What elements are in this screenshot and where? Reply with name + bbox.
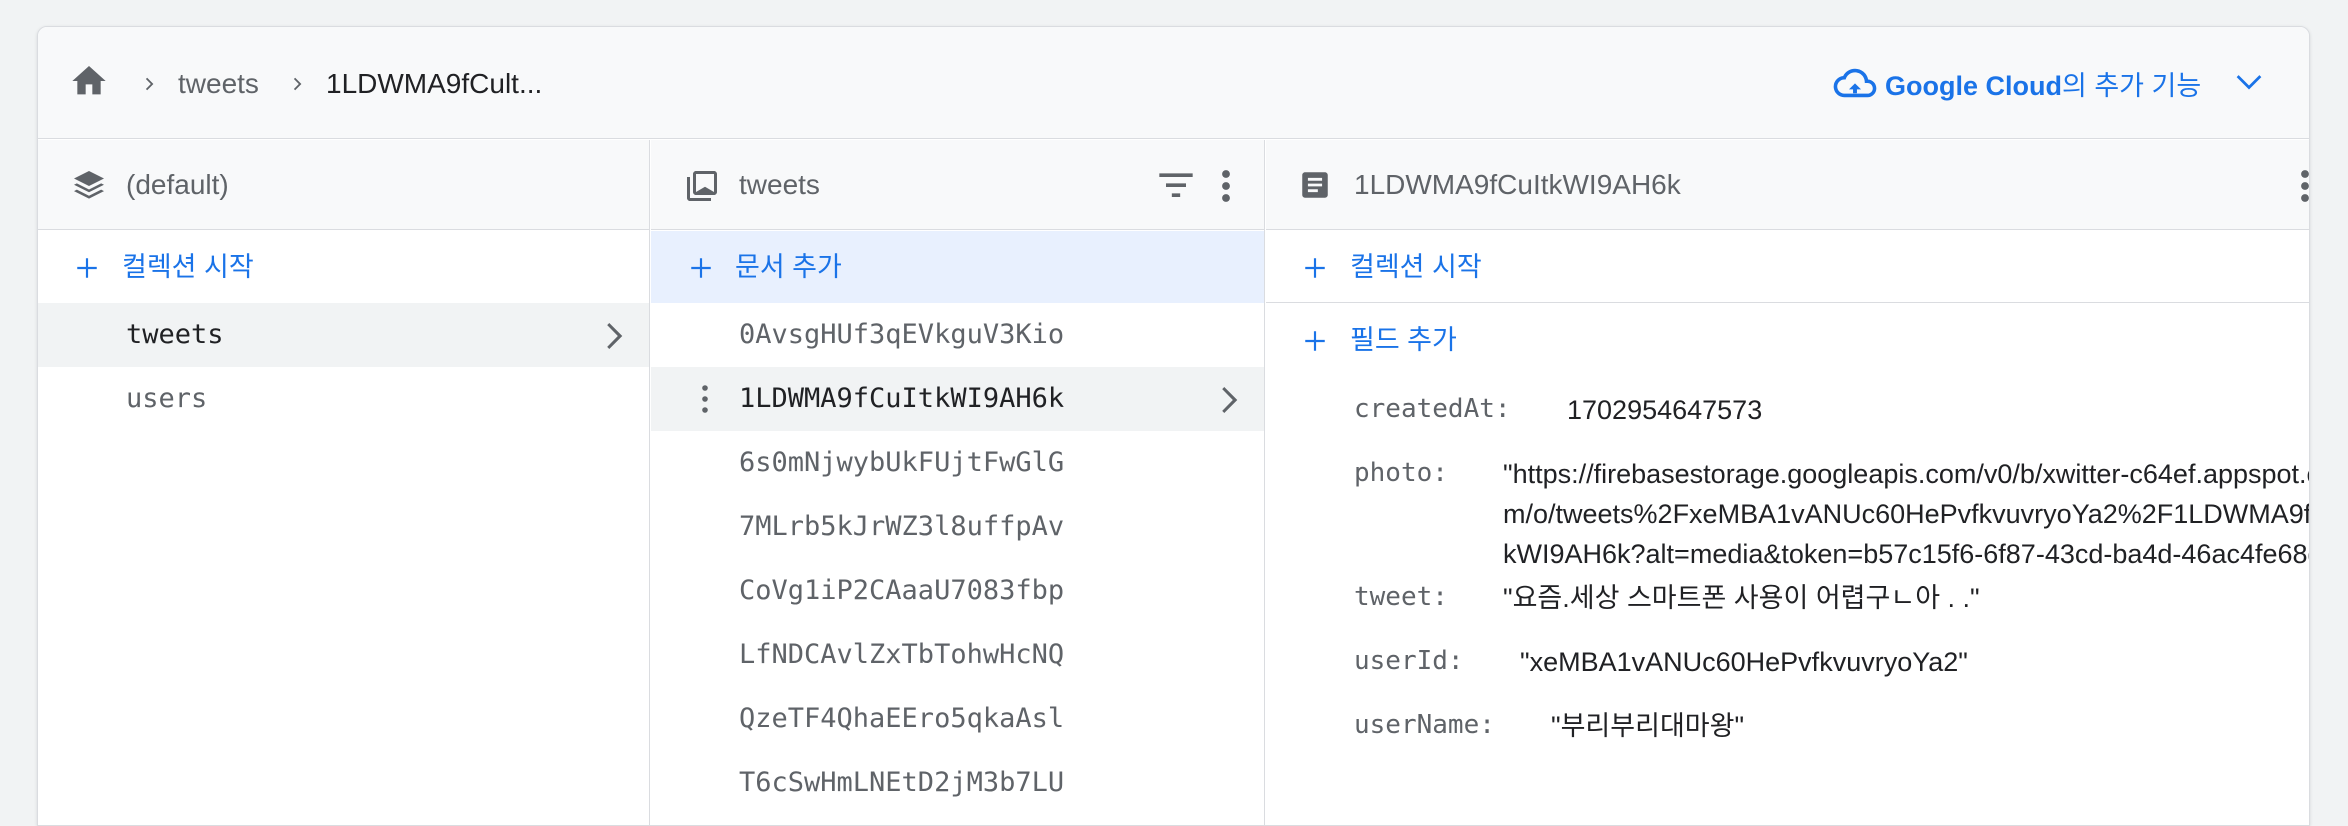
field-value: "xeMBA1vANUc60HePvfkvuvryoYa2" <box>1520 647 1968 677</box>
field-key: userName: <box>1354 710 1495 740</box>
document-title: 1LDWMA9fCuItkWI9AH6k <box>1354 169 1681 200</box>
breadcrumb-bar: tweets 1LDWMA9fCult... Google Cloud의 추가 … <box>38 27 2309 139</box>
field-row[interactable]: createdAt: 1702954647573 <box>1266 377 2309 441</box>
document-header: 1LDWMA9fCuItkWI9AH6k <box>1266 140 2310 230</box>
document-id: 1LDWMA9fCuItkWI9AH6k <box>739 383 1065 414</box>
list-item[interactable]: QzeTF4QhaEEro5qkaAsl <box>651 687 1264 751</box>
database-column: (default) 컬렉션 시작 tweets users <box>38 140 650 825</box>
cloud-icon <box>1833 68 1877 98</box>
list-item[interactable]: T6cSwHmLNEtD2jM3b7LU <box>651 751 1264 815</box>
field-value: "https://firebasestorage.googleapis.com/… <box>1503 459 2310 569</box>
document-column: 1LDWMA9fCuItkWI9AH6k 컬렉션 시작 필드 추가 create… <box>1266 140 2310 825</box>
field-key: userId: <box>1354 646 1464 676</box>
more-vert-icon[interactable] <box>701 384 709 414</box>
add-document-button[interactable]: 문서 추가 <box>651 231 1264 303</box>
database-title: (default) <box>126 169 229 200</box>
google-cloud-label: Google Cloud의 추가 기능 <box>1885 70 2202 101</box>
list-item[interactable]: 0AvsgHUf3qEVkguV3Kio <box>651 303 1264 367</box>
collection-icon <box>687 171 717 201</box>
document-id: QzeTF4QhaEEro5qkaAsl <box>739 703 1065 734</box>
document-id: 7MLrb5kJrWZ3l8uffpAv <box>739 511 1065 542</box>
field-key: photo: <box>1354 458 1448 488</box>
field-key: createdAt: <box>1354 394 1511 424</box>
document-id: 0AvsgHUf3qEVkguV3Kio <box>739 319 1065 350</box>
collection-header: tweets <box>651 140 1264 230</box>
field-key: tweet: <box>1354 582 1448 612</box>
list-item[interactable]: 6s0mNjwybUkFUjtFwGlG <box>651 431 1264 495</box>
chevron-down-icon[interactable] <box>2236 71 2262 91</box>
add-document-label: 문서 추가 <box>735 252 842 282</box>
collection-name: users <box>126 383 208 414</box>
collection-name: tweets <box>126 319 224 350</box>
filter-icon[interactable] <box>1156 168 1196 202</box>
field-value: 1702954647573 <box>1567 395 1763 425</box>
document-id: 6s0mNjwybUkFUjtFwGlG <box>739 447 1065 478</box>
collection-title: tweets <box>739 169 820 200</box>
document-id: T6cSwHmLNEtD2jM3b7LU <box>739 767 1065 798</box>
list-item[interactable]: tweets <box>38 303 649 367</box>
add-icon <box>691 258 711 278</box>
database-icon <box>74 171 104 199</box>
start-collection-label: 컬렉션 시작 <box>1350 252 1482 282</box>
list-item[interactable]: 7MLrb5kJrWZ3l8uffpAv <box>651 495 1264 559</box>
chevron-right-icon <box>145 77 154 91</box>
more-vert-icon[interactable] <box>2299 168 2310 204</box>
chevron-right-icon <box>293 77 302 91</box>
chevron-right-icon <box>1222 387 1238 413</box>
list-item[interactable]: CoVg1iP2CAaaU7083fbp <box>651 559 1264 623</box>
add-icon <box>77 258 97 278</box>
field-row[interactable]: photo: "https://firebasestorage.googleap… <box>1266 441 2310 581</box>
field-list: createdAt: 1702954647573 photo: "https:/… <box>1266 377 2310 757</box>
list-item[interactable]: LfNDCAvlZxTbTohwHcNQ <box>651 623 1264 687</box>
list-item[interactable]: users <box>38 367 649 431</box>
add-icon <box>1305 258 1325 278</box>
collection-list: tweets users <box>38 303 649 431</box>
field-value: "부리부리대마왕" <box>1551 711 1745 741</box>
breadcrumb-item-collection[interactable]: tweets <box>178 66 259 102</box>
list-item[interactable]: 1LDWMA9fCuItkWI9AH6k <box>651 367 1264 431</box>
field-value: "요즘.세상 스마트폰 사용이 어렵구ㄴ아 . ." <box>1503 583 1980 613</box>
google-cloud-extensions-link[interactable]: Google Cloud의 추가 기능 <box>1833 63 2201 103</box>
breadcrumb-item-document[interactable]: 1LDWMA9fCult... <box>326 66 542 102</box>
chevron-right-icon <box>607 323 623 349</box>
document-list: 0AvsgHUf3qEVkguV3Kio 1LDWMA9fCuItkWI9AH6… <box>651 303 1264 815</box>
document-icon <box>1302 172 1328 198</box>
database-header: (default) <box>38 140 649 230</box>
field-row[interactable]: tweet: "요즘.세상 스마트폰 사용이 어렵구ㄴ아 . ." <box>1266 565 2309 629</box>
add-field-button[interactable]: 필드 추가 <box>1266 304 2309 376</box>
field-row[interactable]: userName: "부리부리대마왕" <box>1266 693 2309 757</box>
add-field-label: 필드 추가 <box>1350 325 1457 355</box>
document-id: CoVg1iP2CAaaU7083fbp <box>739 575 1065 606</box>
firestore-panel: tweets 1LDWMA9fCult... Google Cloud의 추가 … <box>37 26 2310 826</box>
document-id: LfNDCAvlZxTbTohwHcNQ <box>739 639 1065 670</box>
home-icon[interactable] <box>68 61 110 101</box>
add-icon <box>1305 331 1325 351</box>
more-vert-icon[interactable] <box>1220 168 1232 204</box>
field-row[interactable]: userId: "xeMBA1vANUc60HePvfkvuvryoYa2" <box>1266 629 2309 693</box>
collection-column: tweets 문서 추가 0AvsgHUf3qEVkguV3Kio 1LDWMA… <box>651 140 1265 825</box>
start-collection-button[interactable]: 컬렉션 시작 <box>38 231 649 303</box>
start-subcollection-button[interactable]: 컬렉션 시작 <box>1266 231 2309 303</box>
start-collection-label: 컬렉션 시작 <box>122 252 254 282</box>
